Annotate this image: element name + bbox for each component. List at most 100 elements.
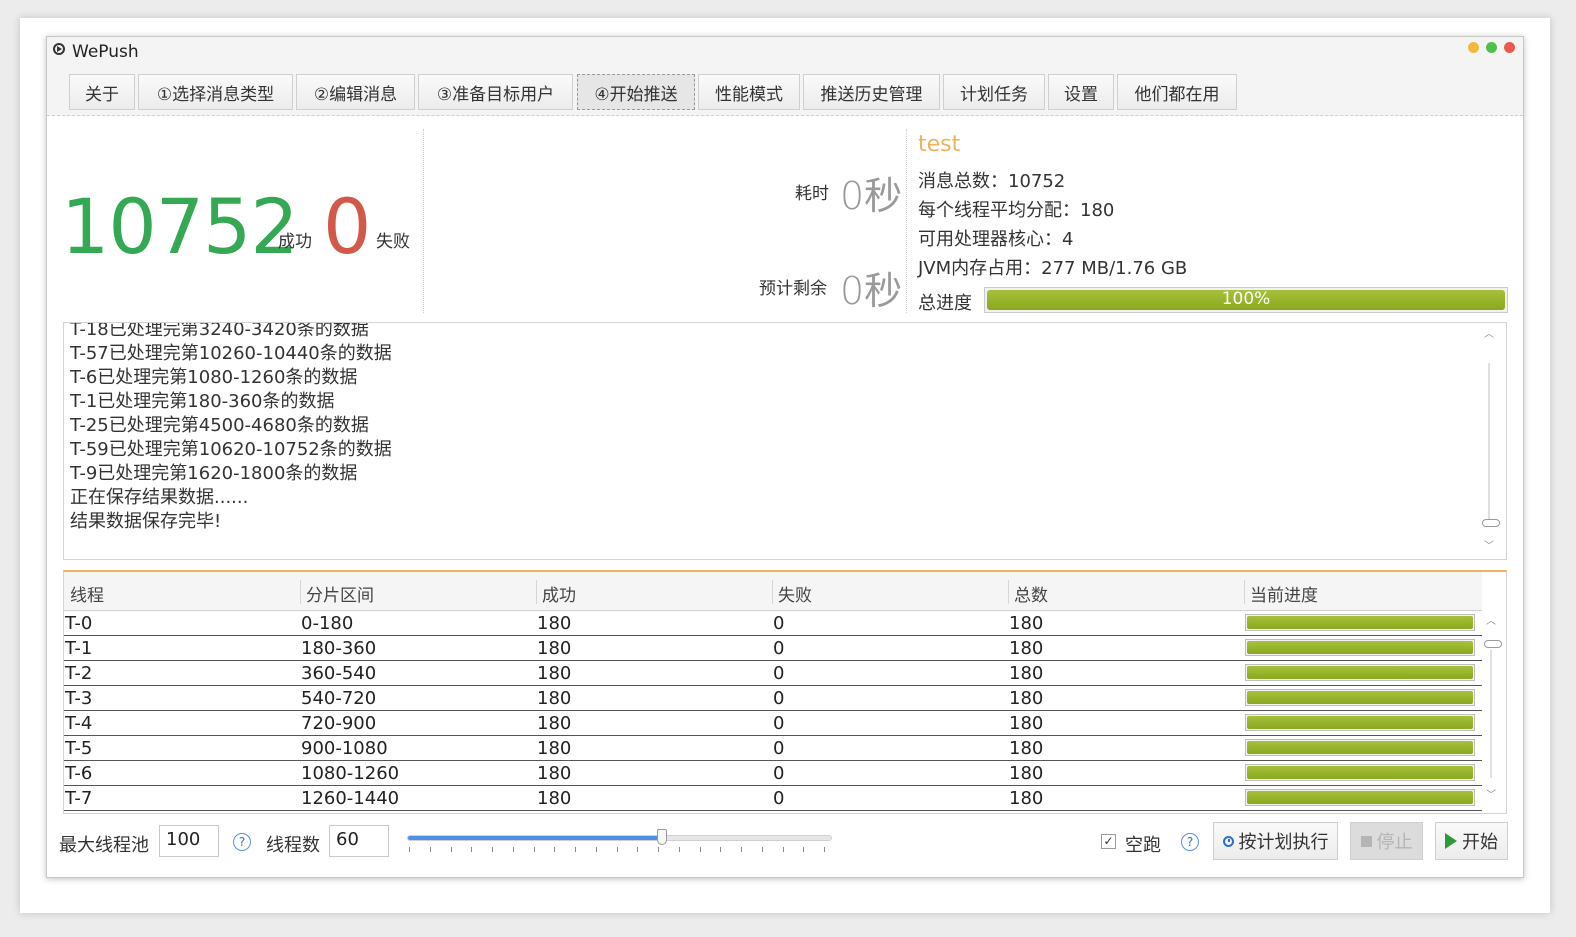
log-scrollbar[interactable]: ︿ ﹀ [1482,329,1500,555]
column-header-success[interactable]: 成功 [542,581,576,606]
table-row[interactable]: T-3 540-720 180 0 180 [64,686,1482,711]
row-progress-bar [1245,764,1475,781]
row-progress-bar [1245,614,1475,631]
tab-settings[interactable]: 设置 [1048,74,1114,110]
tab-performance-mode[interactable]: 性能模式 [698,74,800,110]
column-divider [1244,580,1245,604]
cell-total: 180 [1009,713,1044,734]
row-progress-fill [1247,766,1473,779]
row-progress-bar [1245,639,1475,656]
row-progress-bar [1245,664,1475,681]
column-divider [1008,580,1009,604]
total-messages: 消息总数：10752 [918,171,1066,192]
table-row[interactable]: T-7 1260-1440 180 0 180 [64,786,1482,811]
maximize-button[interactable] [1486,42,1497,53]
scrollbar-thumb[interactable] [1482,519,1500,527]
cell-range: 180-360 [301,638,377,659]
cell-total: 180 [1009,788,1044,809]
fail-label: 失败 [376,232,410,252]
schedule-button[interactable]: 按计划执行 [1213,822,1338,860]
cell-thread: T-1 [65,638,93,659]
cell-fail: 0 [773,788,785,809]
slider-tick [554,847,556,852]
slider-tick [450,847,452,852]
thread-count-label: 线程数 [266,835,320,856]
tab-scheduled-tasks[interactable]: 计划任务 [943,74,1045,110]
tab-start-push[interactable]: ④开始推送 [577,74,695,110]
dry-run-help-icon[interactable]: ? [1181,833,1199,851]
cell-thread: T-7 [65,788,93,809]
row-progress-fill [1247,641,1473,654]
minimize-button[interactable] [1468,42,1479,53]
table-row[interactable]: T-0 0-180 180 0 180 [64,611,1482,636]
cell-range: 1080-1260 [301,763,400,784]
dry-run-label: 空跑 [1125,835,1161,856]
slider-tick [803,847,805,852]
slider-thumb[interactable] [657,829,667,845]
column-divider [536,580,537,604]
task-title: test [918,132,961,157]
schedule-button-label: 按计划执行 [1238,832,1329,853]
cell-fail: 0 [773,613,785,634]
cell-range: 1260-1440 [301,788,400,809]
remaining-value: 0秒 [840,269,903,313]
column-header-total[interactable]: 总数 [1014,581,1048,606]
play-icon [1445,833,1457,849]
tab-prepare-target-users[interactable]: ③准备目标用户 [418,74,573,110]
app-logo-icon [53,43,65,55]
slider-tick [492,847,493,852]
cpu-cores: 可用处理器核心：4 [918,229,1074,250]
cell-success: 180 [537,638,572,659]
success-label: 成功 [278,232,312,252]
stop-icon [1360,835,1372,847]
scroll-up-icon[interactable]: ︿ [1484,616,1498,628]
table-row[interactable]: T-1 180-360 180 0 180 [64,636,1482,661]
table-scrollbar[interactable]: ︿ ﹀ [1484,616,1502,804]
stop-button[interactable]: 停止 [1350,822,1423,860]
thread-count-slider[interactable] [407,835,832,841]
tab-who-uses-it[interactable]: 他们都在用 [1117,74,1237,110]
log-line: T-6已处理完第1080-1260条的数据 [70,367,358,388]
table-row[interactable]: T-6 1080-1260 180 0 180 [64,761,1482,786]
log-line: T-59已处理完第10620-10752条的数据 [70,439,392,460]
close-button[interactable] [1504,42,1515,53]
log-area[interactable]: T-18已处理完第3240-3420条的数据 T-57已处理完第10260-10… [63,322,1507,560]
tab-push-history[interactable]: 推送历史管理 [803,74,940,110]
dry-run-checkbox[interactable]: ✓ [1101,834,1116,849]
slider-tick [678,847,680,852]
column-header-thread[interactable]: 线程 [70,581,104,606]
cell-total: 180 [1009,688,1044,709]
scroll-down-icon[interactable]: ﹀ [1482,541,1496,553]
scroll-down-icon[interactable]: ﹀ [1484,790,1498,802]
table-row[interactable]: T-2 360-540 180 0 180 [64,661,1482,686]
max-pool-help-icon[interactable]: ? [233,833,251,851]
row-progress-fill [1247,741,1473,754]
scrollbar-track[interactable] [1488,363,1490,523]
scroll-up-icon[interactable]: ︿ [1482,329,1496,341]
tab-edit-message[interactable]: ②编辑消息 [296,74,415,110]
average-per-thread: 每个线程平均分配：180 [918,200,1115,221]
cell-range: 540-720 [301,688,377,709]
cell-success: 180 [537,713,572,734]
log-line: 正在保存结果数据...... [70,487,249,508]
column-header-fail[interactable]: 失败 [778,581,812,606]
slider-tick [429,847,431,852]
row-progress-bar [1245,789,1475,806]
cell-range: 900-1080 [301,738,388,759]
main-window: WePush 关于 ①选择消息类型 ②编辑消息 ③准备目标用户 ④开始推送 性能… [46,36,1524,878]
tab-about[interactable]: 关于 [69,74,135,110]
scrollbar-track[interactable] [1490,650,1492,778]
title-bar[interactable]: WePush [47,37,1523,65]
start-button[interactable]: 开始 [1435,822,1508,860]
column-header-range[interactable]: 分片区间 [306,581,374,606]
tab-bar: 关于 ①选择消息类型 ②编辑消息 ③准备目标用户 ④开始推送 性能模式 推送历史… [47,65,1523,116]
table-row[interactable]: T-5 900-1080 180 0 180 [64,736,1482,761]
column-header-progress[interactable]: 当前进度 [1250,581,1318,606]
tab-select-message-type[interactable]: ①选择消息类型 [138,74,293,110]
thread-count-input[interactable]: 60 [329,825,389,857]
table-row[interactable]: T-4 720-900 180 0 180 [64,711,1482,736]
row-progress-bar [1245,739,1475,756]
scrollbar-thumb[interactable] [1484,640,1502,648]
max-pool-input[interactable]: 100 [159,825,219,857]
log-line: T-9已处理完第1620-1800条的数据 [70,463,358,484]
